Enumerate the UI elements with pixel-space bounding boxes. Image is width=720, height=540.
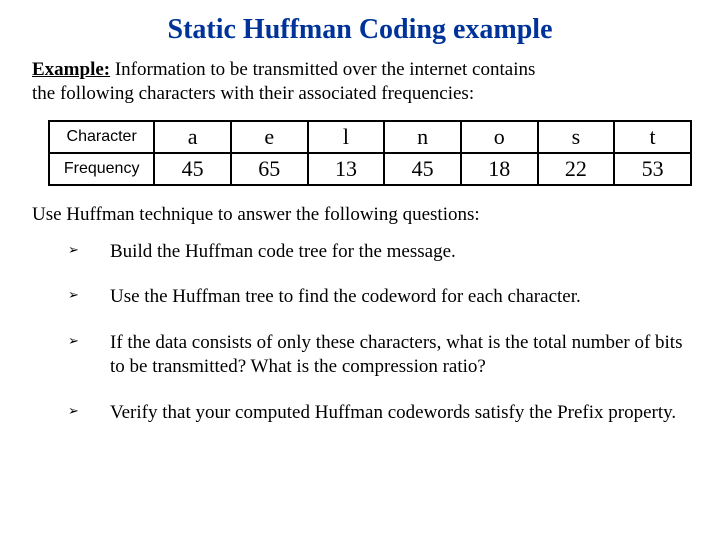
frequency-table: Character a e l n o s t Frequency 45 65 … bbox=[48, 120, 692, 186]
instruction-text: Use Huffman technique to answer the foll… bbox=[32, 204, 692, 226]
freq-cell: 45 bbox=[384, 153, 461, 185]
char-cell: l bbox=[308, 121, 385, 153]
table-row: Frequency 45 65 13 45 18 22 53 bbox=[49, 153, 691, 185]
freq-cell: 53 bbox=[614, 153, 691, 185]
row-header-frequency: Frequency bbox=[49, 153, 154, 185]
char-cell: t bbox=[614, 121, 691, 153]
freq-cell: 65 bbox=[231, 153, 308, 185]
char-cell: n bbox=[384, 121, 461, 153]
list-item: Use the Huffman tree to find the codewor… bbox=[68, 285, 692, 309]
char-cell: a bbox=[154, 121, 231, 153]
freq-cell: 22 bbox=[538, 153, 615, 185]
table-row: Character a e l n o s t bbox=[49, 121, 691, 153]
char-cell: s bbox=[538, 121, 615, 153]
char-cell: e bbox=[231, 121, 308, 153]
list-item: Verify that your computed Huffman codewo… bbox=[68, 401, 692, 425]
slide: Static Huffman Coding example Example: I… bbox=[0, 0, 720, 540]
questions-list: Build the Huffman code tree for the mess… bbox=[68, 240, 692, 425]
example-line1: Information to be transmitted over the i… bbox=[110, 59, 535, 80]
char-cell: o bbox=[461, 121, 538, 153]
page-title: Static Huffman Coding example bbox=[28, 14, 692, 46]
example-line2: the following characters with their asso… bbox=[32, 83, 474, 104]
freq-cell: 18 bbox=[461, 153, 538, 185]
example-paragraph: Example: Information to be transmitted o… bbox=[32, 58, 692, 106]
freq-cell: 13 bbox=[308, 153, 385, 185]
freq-cell: 45 bbox=[154, 153, 231, 185]
list-item: Build the Huffman code tree for the mess… bbox=[68, 240, 692, 264]
list-item: If the data consists of only these chara… bbox=[68, 331, 692, 379]
example-label: Example: bbox=[32, 59, 110, 80]
row-header-character: Character bbox=[49, 121, 154, 153]
